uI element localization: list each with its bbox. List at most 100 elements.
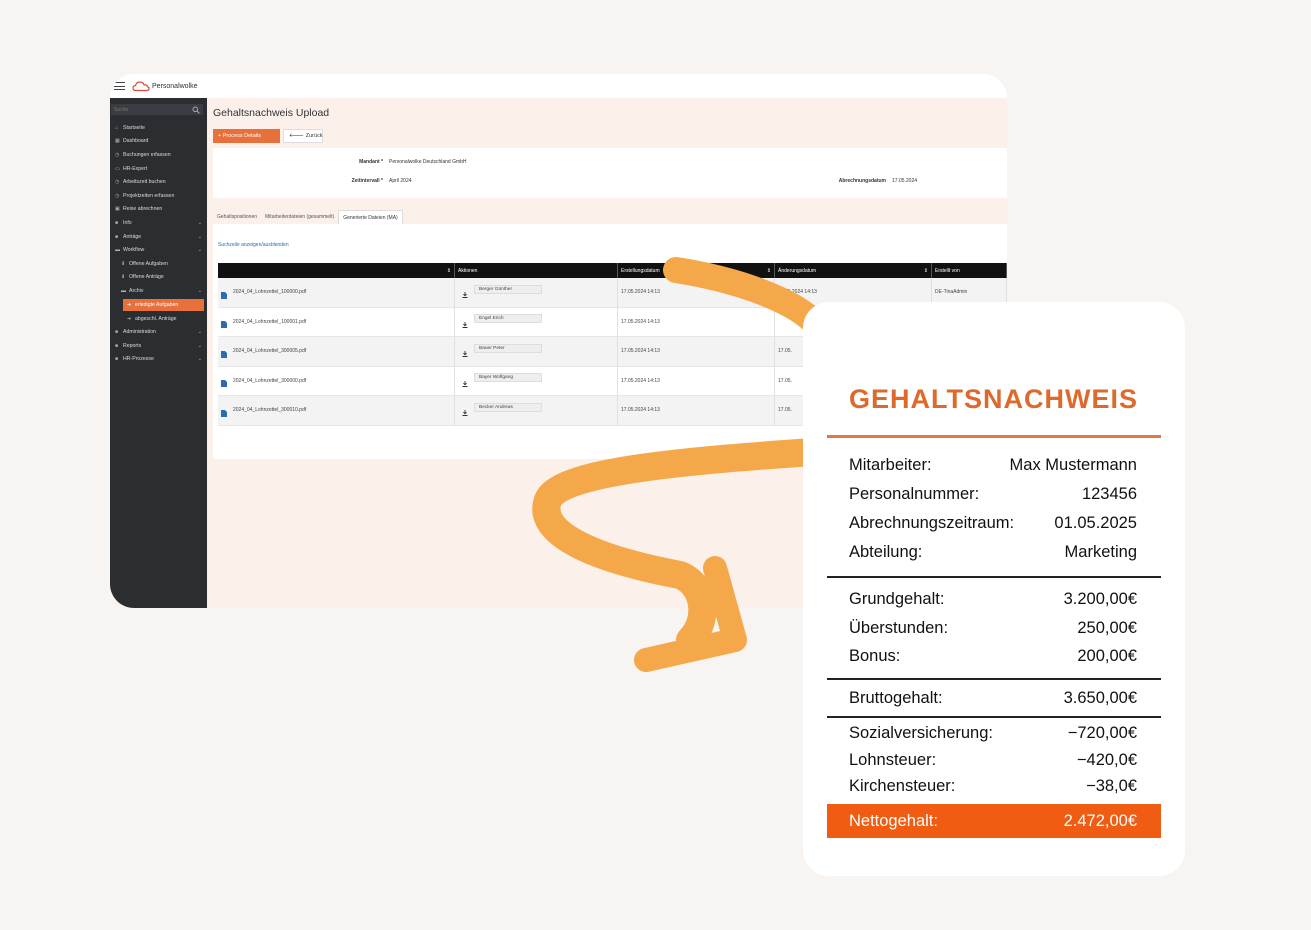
file-cell: 2024_04_Lohnzettel_300005.pdf xyxy=(218,337,455,366)
file-icon xyxy=(221,291,227,299)
abrechnungsdatum-value: 17.05.2024 xyxy=(892,178,918,184)
net-salary-bar: Nettogehalt: 2.472,00€ xyxy=(827,804,1161,838)
sidebar-item[interactable]: ➜ erledigte Aufgaben xyxy=(123,298,204,311)
folder-icon: ■ xyxy=(115,356,119,363)
download-icon[interactable] xyxy=(462,321,468,328)
download-icon[interactable] xyxy=(462,292,468,299)
file-name[interactable]: 2024_04_Lohnzettel_100000.pdf xyxy=(233,289,306,295)
clock-icon: ◷ xyxy=(115,192,120,199)
sidebar-item-label: Projektzeiten erfassen xyxy=(123,192,175,199)
sidebar-item-label: Workflow xyxy=(123,247,145,254)
sidebar-item[interactable]: ■ HR-Prozesse ⌄ xyxy=(110,353,207,367)
download-icon[interactable] xyxy=(462,380,468,387)
sidebar-item[interactable]: ■ Reports ⌄ xyxy=(110,339,207,353)
sidebar: ⌂Startseite▦Dashboard◷Buchungen erfassen… xyxy=(110,98,207,608)
info-row: Abrechnungszeitraum: 01.05.2025 xyxy=(849,514,1137,532)
payslip-card: GEHALTSNACHWEIS Mitarbeiter: Max Musterma… xyxy=(803,302,1185,876)
sidebar-item[interactable]: ▬ Archiv ⌄ xyxy=(110,284,207,298)
sidebar-item[interactable]: ■ Administration ⌄ xyxy=(110,325,207,339)
file-cell: 2024_04_Lohnzettel_300000.pdf xyxy=(218,366,455,395)
column-header-file[interactable]: ⇕ xyxy=(218,263,455,278)
home-icon: ⌂ xyxy=(115,124,119,131)
sidebar-nav: ⌂ Startseite ▦ Dashboard ◷ Buchungen erfassen… xyxy=(110,121,207,366)
file-name[interactable]: 2024_04_Lohnzettel_100001.pdf xyxy=(233,319,306,325)
info-row: Abteilung: Marketing xyxy=(849,543,1137,561)
tab-gehaltspositionen[interactable]: Gehaltspositionen xyxy=(213,210,261,224)
sidebar-item-label: Offene Anträge xyxy=(129,274,164,281)
sidebar-item[interactable]: ■ Anträge ⌄ xyxy=(110,230,207,244)
download-icon: ⬇ xyxy=(121,274,126,281)
cloud-logo-icon xyxy=(132,81,150,92)
net-salary-value: 2.472,00€ xyxy=(1063,811,1137,830)
download-icon[interactable] xyxy=(462,351,468,358)
download-icon[interactable] xyxy=(462,410,468,417)
sort-icon[interactable]: ⇕ xyxy=(767,268,771,274)
actions-cell: Bayer Wolfgang xyxy=(455,366,618,395)
search-input[interactable] xyxy=(114,106,184,113)
sidebar-item-label: Archiv xyxy=(129,287,144,294)
sidebar-item-label: Reports xyxy=(123,342,142,349)
earnings-row: Überstunden: 250,00€ xyxy=(849,619,1137,637)
folder-open-icon: ▬ xyxy=(115,247,120,254)
column-header-erstellungsdatum[interactable]: Erstellungsdatum ⇕ xyxy=(618,263,775,278)
clock-icon: ◷ xyxy=(115,151,120,158)
folder-icon: ■ xyxy=(115,329,119,336)
sidebar-item[interactable]: ▦ Dashboard xyxy=(110,135,207,149)
file-name[interactable]: 2024_04_Lohnzettel_300005.pdf xyxy=(233,348,306,354)
chevron-down-icon: ⌄ xyxy=(197,247,202,254)
back-button[interactable]: 🡐 Zurück xyxy=(283,129,323,143)
info-row: Personalnummer: 123456 xyxy=(849,485,1137,503)
column-header-aenderungsdatum[interactable]: Änderungsdatum ⇕ xyxy=(775,263,932,278)
folder-icon: ■ xyxy=(115,342,119,349)
deduction-row: Lohnsteuer: −420,0€ xyxy=(849,751,1137,769)
sidebar-item[interactable]: ⬇ Offene Anträge xyxy=(110,271,207,285)
sidebar-item[interactable]: ■ Info ⌄ xyxy=(110,216,207,230)
file-name[interactable]: 2024_04_Lohnzettel_300010.pdf xyxy=(233,407,306,413)
sidebar-item[interactable]: ⬇ Offene Aufgaben xyxy=(110,257,207,271)
sort-icon[interactable]: ⇕ xyxy=(447,268,451,274)
payslip-title: GEHALTSNACHWEIS xyxy=(849,384,1138,414)
tab-generierte-dateien[interactable]: Generierte Dateien (MA) xyxy=(338,210,403,224)
column-header-erstellt-von[interactable]: Erstellt von xyxy=(932,263,1007,278)
actions-cell: Becker Andreas xyxy=(455,396,618,425)
employee-name: Engel Erich xyxy=(474,314,542,324)
section-divider xyxy=(827,716,1161,718)
sidebar-item[interactable]: ◷ Buchungen erfassen xyxy=(110,148,207,162)
column-header-aktionen[interactable]: Aktionen xyxy=(455,263,618,278)
sidebar-item-label: Anträge xyxy=(123,233,142,240)
form-header: Mandant * Personalwolke Deutschland GmbH… xyxy=(213,148,1007,198)
search-icon[interactable] xyxy=(192,106,200,114)
chevron-down-icon: ⌄ xyxy=(197,329,202,336)
toggle-search-link[interactable]: Suchzeile anzeigen/ausblenden xyxy=(218,242,289,248)
sidebar-item[interactable]: ▣ Reise abrechnen xyxy=(110,203,207,217)
chevron-down-icon: ⌄ xyxy=(197,356,202,363)
net-salary-label: Nettogehalt: xyxy=(849,811,938,830)
sort-icon[interactable]: ⇕ xyxy=(924,268,928,274)
sidebar-item-label: Buchungen erfassen xyxy=(123,151,171,158)
earnings-row: Bonus: 200,00€ xyxy=(849,647,1137,665)
process-details-button[interactable]: + Process Details xyxy=(213,129,280,143)
info-row: Mitarbeiter: Max Mustermann xyxy=(849,456,1137,474)
employee-name: Berger Günther xyxy=(474,284,542,294)
created-cell: 17.05.2024 14:13 xyxy=(618,337,775,366)
tab-mitarbeiterdateien[interactable]: Mitarbeiterdateien (gesammelt) xyxy=(261,210,338,224)
actions-cell: Engel Erich xyxy=(455,307,618,336)
abrechnungsdatum-label: Abrechnungsdatum xyxy=(838,178,886,184)
dashboard-icon: ▦ xyxy=(115,138,120,145)
created-cell: 17.05.2024 14:13 xyxy=(618,366,775,395)
sidebar-item[interactable]: ◷ Arbeitszeit buchen xyxy=(110,175,207,189)
file-icon xyxy=(221,409,227,417)
employee-name: Becker Andreas xyxy=(474,402,542,412)
sidebar-item[interactable]: ◷ Projektzeiten erfassen xyxy=(110,189,207,203)
suitcase-icon: ▣ xyxy=(115,206,120,213)
sidebar-item[interactable]: ⌂ Startseite xyxy=(110,121,207,135)
sidebar-item[interactable]: ▬ Workflow ⌄ xyxy=(110,243,207,257)
sidebar-item-label: erledigte Aufgaben xyxy=(135,301,179,308)
sidebar-item[interactable]: ➜ abgeschl. Anträge xyxy=(110,312,207,326)
section-divider xyxy=(827,678,1161,680)
sidebar-item[interactable]: ▭ HR-Expert xyxy=(110,162,207,176)
file-name[interactable]: 2024_04_Lohnzettel_300000.pdf xyxy=(233,378,306,384)
hamburger-menu-icon[interactable] xyxy=(114,82,125,90)
folder-icon: ■ xyxy=(115,219,119,226)
chevron-down-icon: ⌄ xyxy=(197,233,202,240)
